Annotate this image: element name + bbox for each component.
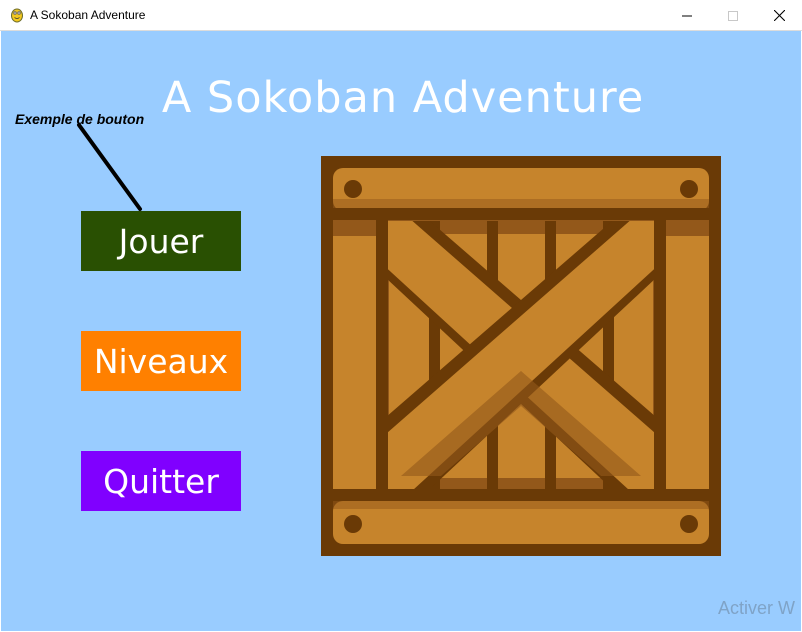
window-title: A Sokoban Adventure (30, 8, 146, 22)
wooden-crate (321, 156, 721, 556)
close-icon (773, 10, 785, 21)
quit-button[interactable]: Quitter (81, 451, 241, 511)
window-titlebar[interactable]: A Sokoban Adventure (0, 0, 802, 31)
play-button[interactable]: Jouer (81, 211, 241, 271)
minimize-icon (682, 15, 692, 16)
example-button-label: Exemple de bouton (15, 111, 145, 127)
game-canvas: A Sokoban Adventure Exemple de bouton Jo… (1, 31, 801, 631)
levels-button[interactable]: Niveaux (81, 331, 241, 391)
windows-activation-watermark: Activer W (718, 598, 796, 618)
pygame-snake-icon (11, 8, 23, 23)
maximize-icon (728, 10, 738, 21)
minimize-button[interactable] (664, 0, 710, 31)
close-button[interactable] (756, 0, 802, 31)
maximize-button[interactable] (710, 0, 756, 31)
